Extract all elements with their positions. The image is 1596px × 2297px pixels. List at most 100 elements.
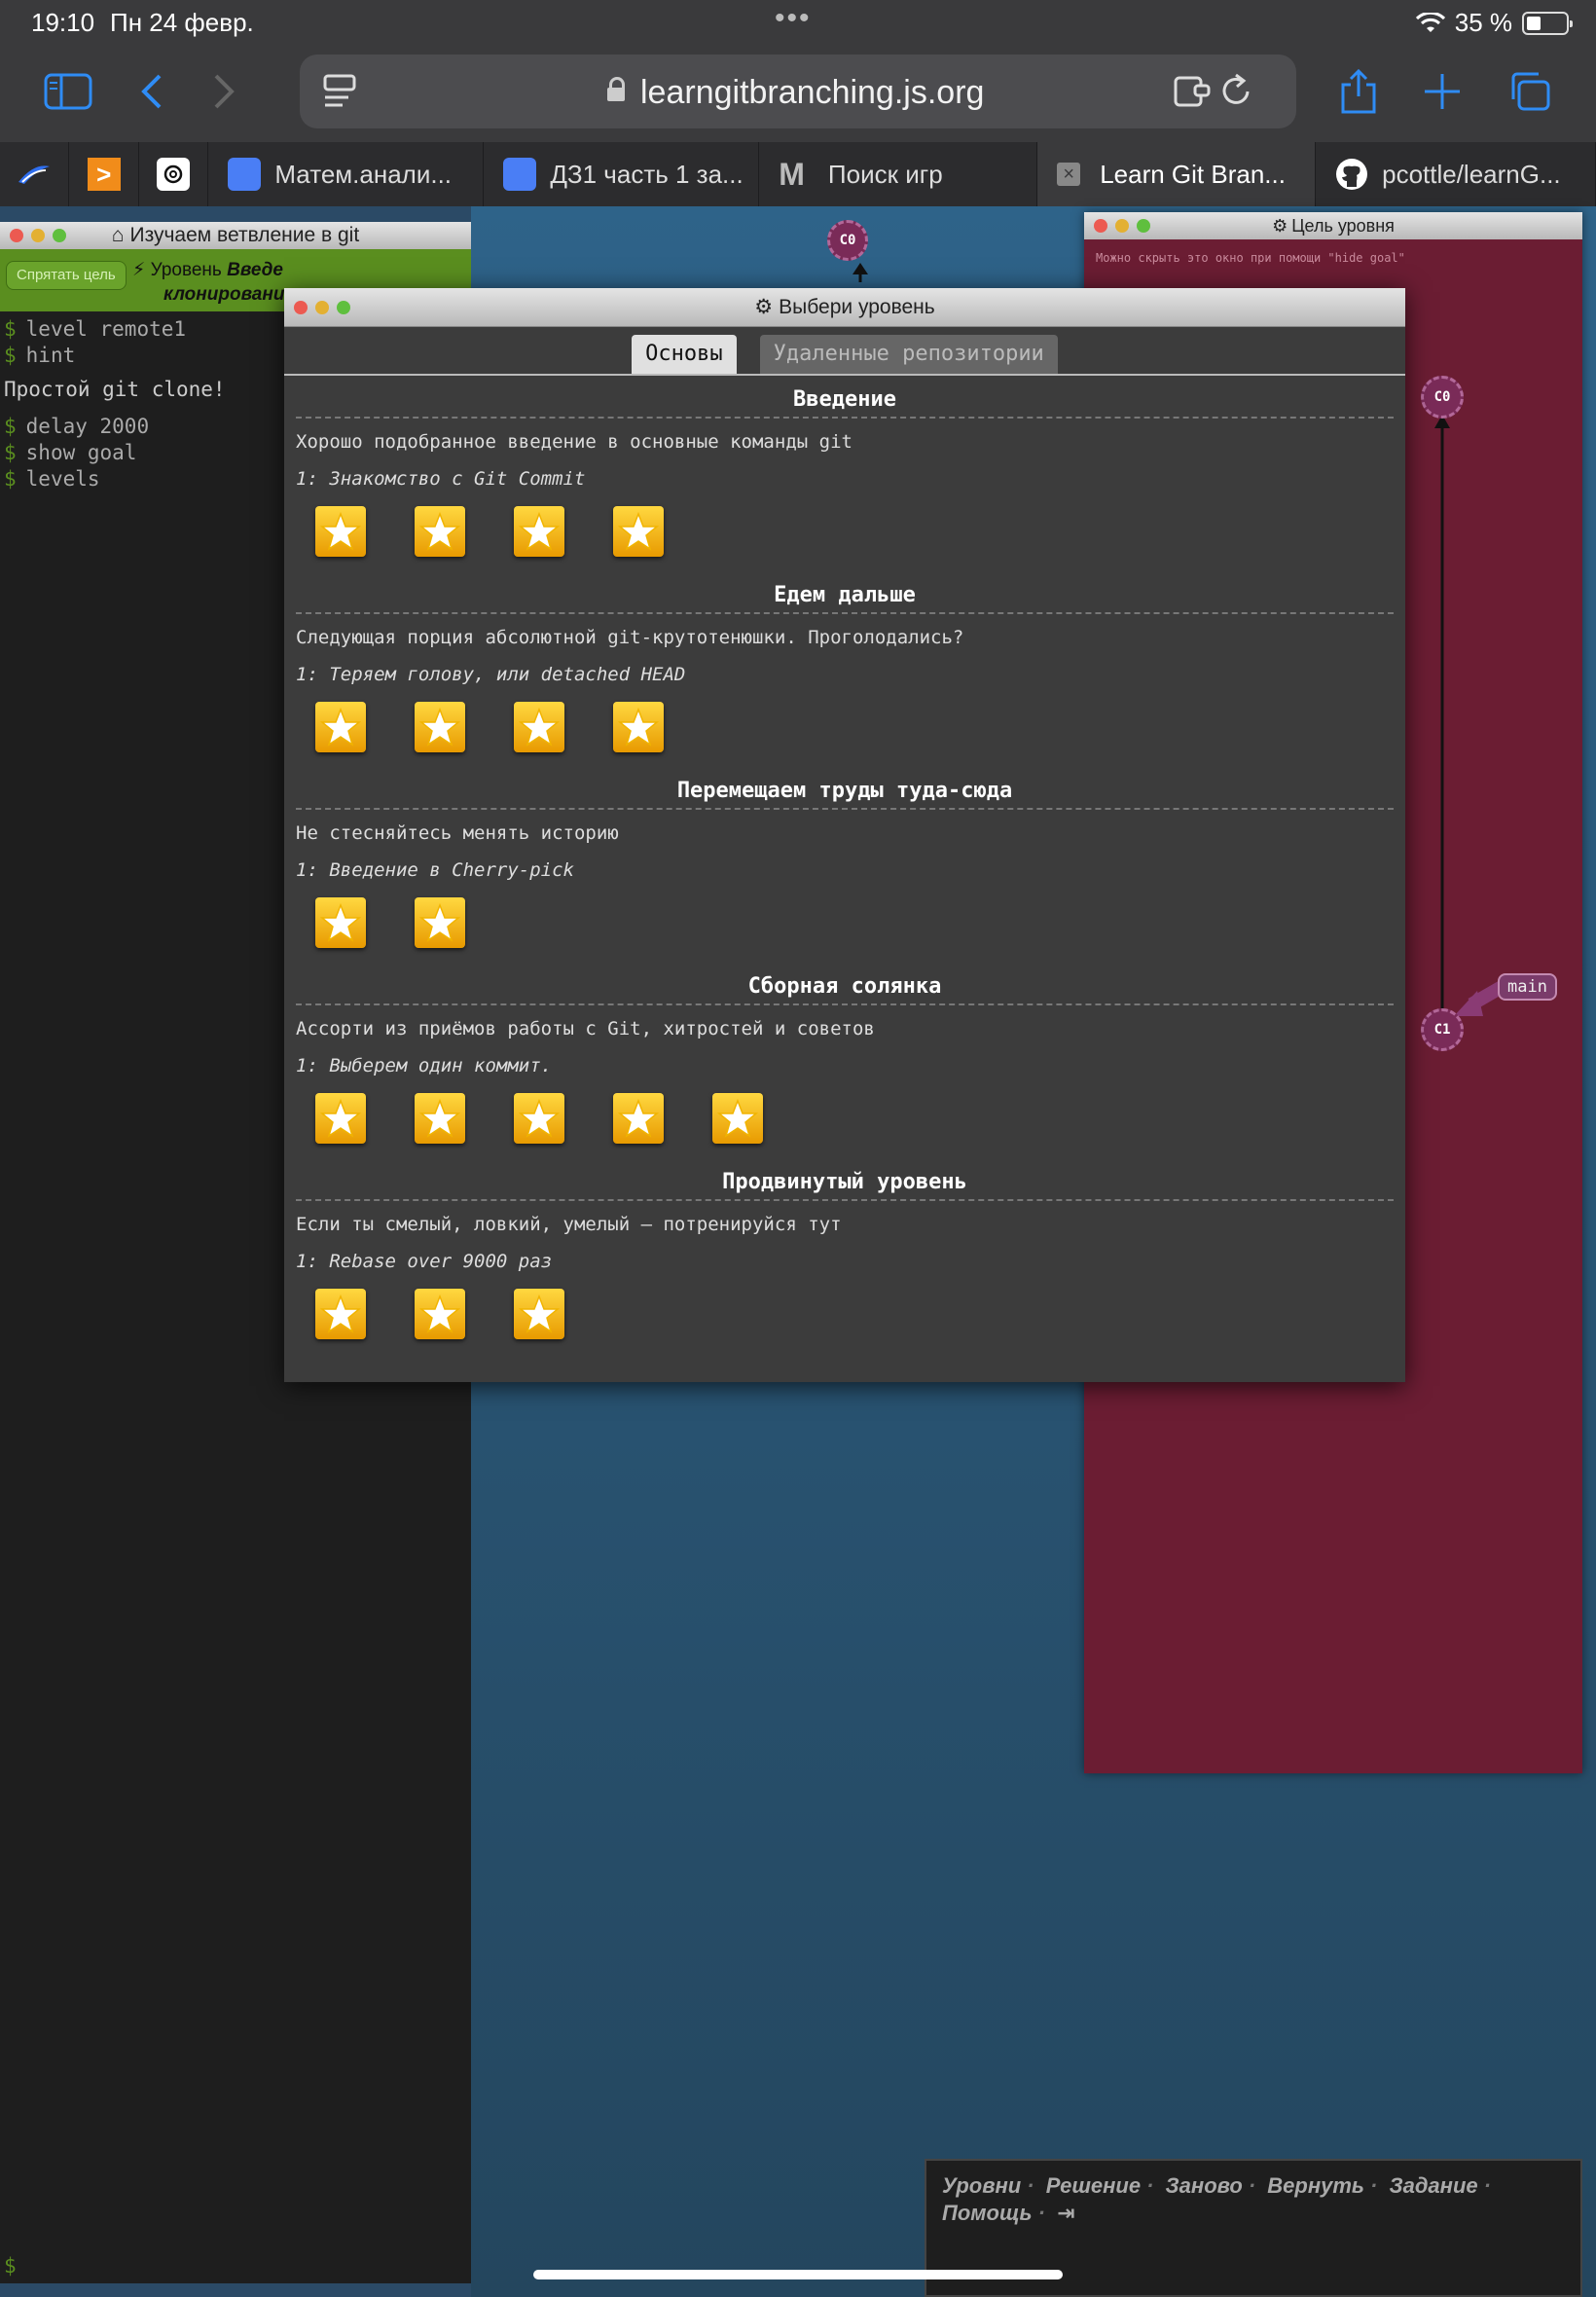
sequence-title: Продвинутый уровень <box>296 1158 1394 1201</box>
level-stars <box>296 1093 1394 1144</box>
level-star-icon[interactable] <box>415 1289 465 1339</box>
level-sequence: Введение Хорошо подобранное введение в ос… <box>284 376 1405 571</box>
url-text[interactable]: learngitbranching.js.org <box>640 74 984 112</box>
tab-remote[interactable]: Удаленные репозитории <box>759 335 1058 374</box>
new-tab-icon[interactable] <box>1421 64 1464 119</box>
sequence-level-name: 1: Введение в Cherry-pick <box>296 859 574 881</box>
level-star-icon[interactable] <box>613 702 664 752</box>
level-sequences: Введение Хорошо подобранное введение в ос… <box>284 376 1405 1354</box>
level-star-icon[interactable] <box>415 897 465 948</box>
level-star-icon[interactable] <box>415 1093 465 1144</box>
tab-active[interactable]: × Learn Git Bran... <box>1037 142 1317 206</box>
level-star-icon[interactable] <box>514 506 564 557</box>
goodnotes-icon <box>503 158 537 191</box>
level-star-icon[interactable] <box>315 702 366 752</box>
commit-node[interactable]: C0 <box>827 220 868 261</box>
tab-label: pcottle/learnG... <box>1382 159 1561 189</box>
solution-link[interactable]: Решение <box>1046 2173 1141 2198</box>
bolt-icon: ⚡ <box>132 260 146 280</box>
tab-pinned-2[interactable]: > <box>69 142 139 206</box>
close-tab-icon[interactable]: × <box>1057 163 1081 186</box>
level-name-2: клонировани <box>163 284 285 305</box>
level-star-icon[interactable] <box>514 1289 564 1339</box>
tab-label: ДЗ1 часть 1 за... <box>550 159 744 189</box>
level-sequence: Продвинутый уровень Если ты смелый, ловки… <box>284 1158 1405 1354</box>
level-star-icon[interactable] <box>712 1093 763 1144</box>
sidebar-toggle-icon[interactable] <box>43 64 93 119</box>
battery-icon <box>1522 11 1573 35</box>
tab-7[interactable]: pcottle/learnG... <box>1316 142 1596 206</box>
home-indicator[interactable] <box>533 2270 1063 2279</box>
sequence-description: Следующая порция абсолютной git-крутотен… <box>296 627 964 648</box>
level-sequence: Едем дальше Следующая порция абсолютной g… <box>284 571 1405 767</box>
gear-icon: ⚙ <box>754 296 774 318</box>
goodnotes-icon <box>228 158 262 191</box>
level-title: ⚡ Уровень Введе <box>132 259 483 281</box>
extension-icon[interactable] <box>1174 74 1213 114</box>
orange-arrow-icon: > <box>87 158 121 191</box>
tabs-overview-icon[interactable] <box>1506 64 1553 119</box>
forward-icon[interactable] <box>206 64 241 119</box>
tab-basics[interactable]: Основы <box>632 335 737 374</box>
tab-5[interactable]: M Поиск игр <box>759 142 1038 206</box>
level-stars <box>296 506 1394 557</box>
objective-link[interactable]: Задание <box>1389 2173 1477 2198</box>
share-icon[interactable] <box>1337 64 1380 119</box>
level-name-1: Введе <box>227 260 283 280</box>
sequence-description: Если ты смелый, ловкий, умелый – потрени… <box>296 1214 842 1235</box>
level-star-icon[interactable] <box>613 1093 664 1144</box>
sequence-title: Введение <box>296 376 1394 419</box>
tab-strip: > Матем.анали... ДЗ1 часть 1 за... M Пои… <box>0 142 1596 206</box>
level-sequence: Перемещаем труды туда-сюда Не стесняйтесь… <box>284 767 1405 963</box>
level-star-icon[interactable] <box>315 1289 366 1339</box>
tab-pinned-3[interactable] <box>139 142 209 206</box>
back-icon[interactable] <box>134 64 169 119</box>
reset-link[interactable]: Заново <box>1166 2173 1243 2198</box>
level-star-icon[interactable] <box>415 506 465 557</box>
hide-goal-button[interactable]: Спрятать цель <box>6 261 127 290</box>
help-link[interactable]: Помощь <box>942 2201 1033 2225</box>
level-stars <box>296 1289 1394 1339</box>
close-window-icon[interactable] <box>10 229 23 242</box>
multitasking-dots-icon[interactable]: ••• <box>775 2 812 35</box>
level-star-icon[interactable] <box>613 506 664 557</box>
level-star-icon[interactable] <box>315 1093 366 1144</box>
branch-label[interactable]: main <box>1498 973 1557 1001</box>
wifi-icon <box>1415 12 1445 32</box>
sequence-level-name: 1: Теряем голову, или detached HEAD <box>296 664 686 685</box>
level-star-icon[interactable] <box>514 1093 564 1144</box>
sequence-level-name: 1: Знакомство с Git Commit <box>296 468 586 490</box>
minimize-window-icon[interactable] <box>31 229 45 242</box>
level-stars <box>296 897 1394 948</box>
tab-pinned-1[interactable] <box>0 142 70 206</box>
level-star-icon[interactable] <box>415 702 465 752</box>
address-bar[interactable]: learngitbranching.js.org <box>300 55 1296 128</box>
sequence-description: Хорошо подобранное введение в основные к… <box>296 431 852 453</box>
lock-icon <box>607 77 625 102</box>
home-icon: ⌂ <box>111 224 125 246</box>
maximize-window-icon[interactable] <box>337 301 350 314</box>
levels-link[interactable]: Уровни <box>942 2173 1021 2198</box>
battery-percent: 35 % <box>1454 8 1512 37</box>
minimize-window-icon[interactable] <box>315 301 329 314</box>
terminal-title: Изучаем ветвление в git <box>129 224 360 246</box>
tab-3[interactable]: Матем.анали... <box>208 142 485 206</box>
level-star-icon[interactable] <box>315 897 366 948</box>
level-sequence: Сборная солянка Ассорти из приёмов работы… <box>284 963 1405 1158</box>
window-controls <box>10 229 66 242</box>
exit-icon[interactable]: ⇥ <box>1057 2201 1074 2225</box>
tab-4[interactable]: ДЗ1 часть 1 за... <box>484 142 760 206</box>
goal-commit-c0[interactable]: C0 <box>1421 376 1464 419</box>
reader-menu-icon[interactable] <box>323 74 356 114</box>
reload-icon[interactable] <box>1218 72 1253 114</box>
github-icon <box>1336 159 1368 190</box>
goal-commit-c1[interactable]: C1 <box>1421 1008 1464 1051</box>
level-star-icon[interactable] <box>315 506 366 557</box>
undo-link[interactable]: Вернуть <box>1267 2173 1364 2198</box>
level-prefix: Уровень <box>150 260 222 280</box>
level-select-dialog: ⚙ Выбери уровень Основы Удаленные репози… <box>284 288 1405 1382</box>
maximize-window-icon[interactable] <box>53 229 66 242</box>
level-star-icon[interactable] <box>514 702 564 752</box>
close-window-icon[interactable] <box>294 301 308 314</box>
command-prompt[interactable]: $ <box>4 2254 17 2278</box>
